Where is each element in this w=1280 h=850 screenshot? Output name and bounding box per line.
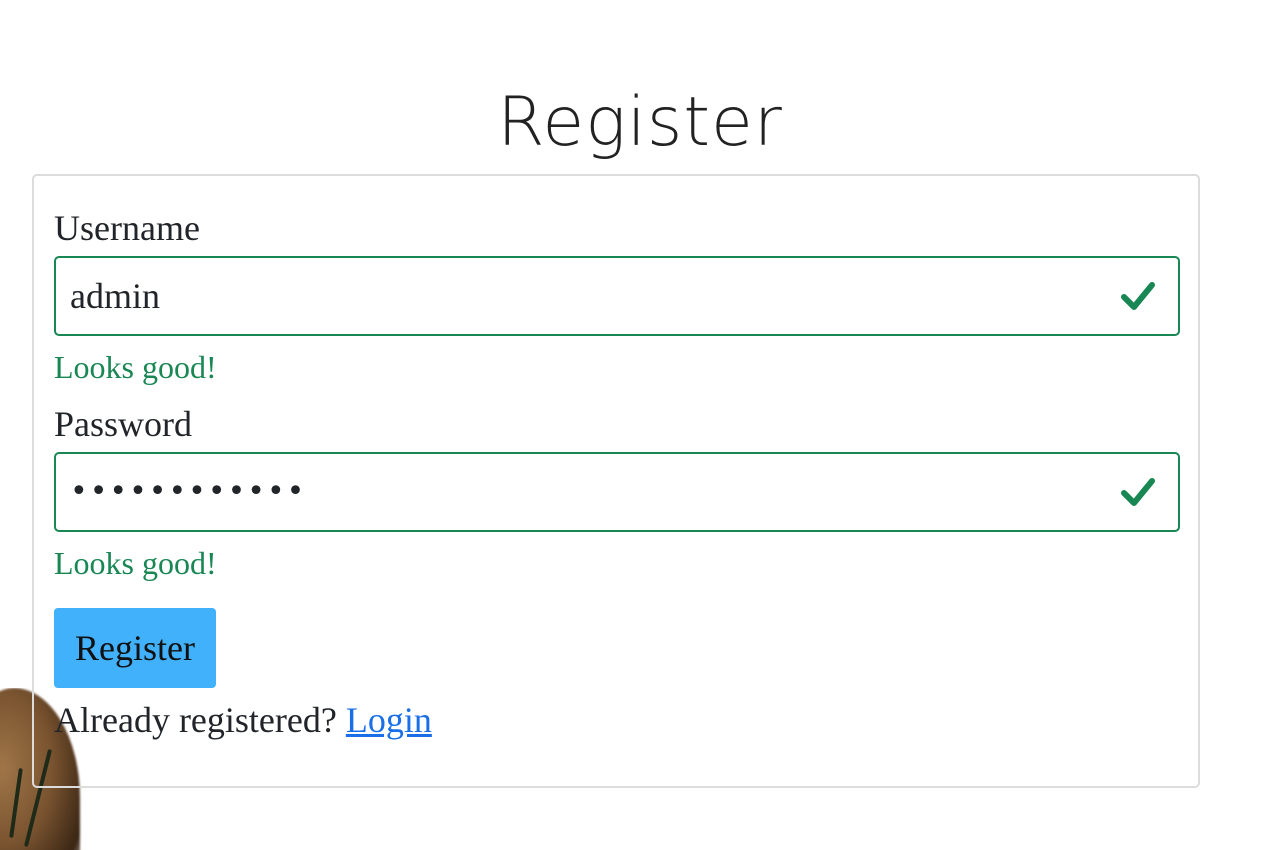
password-valid-feedback: Looks good! <box>54 545 217 581</box>
login-prompt-text: Already registered? <box>54 700 337 740</box>
page-title: Register <box>497 83 783 162</box>
register-button[interactable]: Register <box>54 608 216 688</box>
password-input[interactable]: •••••••••••• <box>54 452 1180 532</box>
password-label: Password <box>54 404 193 444</box>
check-icon <box>1121 478 1155 506</box>
login-link[interactable]: Login <box>346 700 432 740</box>
password-value: •••••••••••• <box>70 474 307 509</box>
username-label: Username <box>54 208 200 248</box>
username-input[interactable]: admin <box>54 256 1180 336</box>
check-icon <box>1121 282 1155 310</box>
login-prompt: Already registered? Login <box>54 698 432 742</box>
username-value: admin <box>70 276 160 316</box>
username-valid-feedback: Looks good! <box>54 349 217 385</box>
